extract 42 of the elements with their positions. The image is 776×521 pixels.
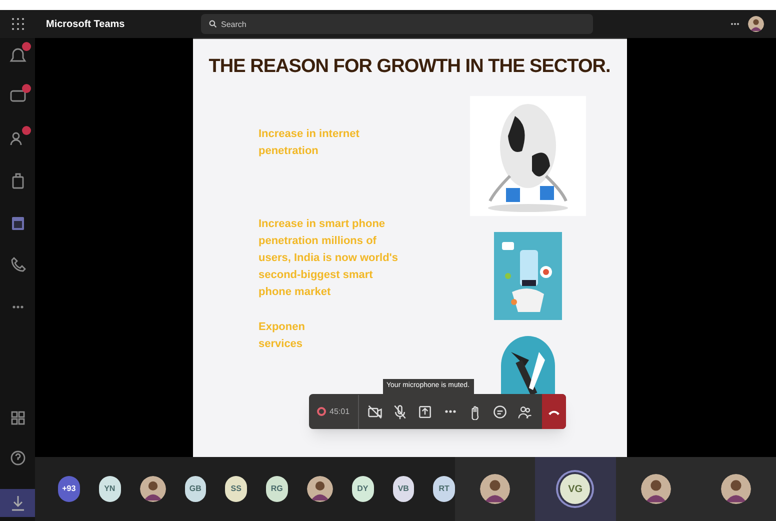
participants-icon xyxy=(517,404,534,420)
share-icon xyxy=(417,404,434,420)
search-field[interactable]: Search xyxy=(201,14,593,34)
participant-avatar: SS xyxy=(225,476,247,502)
participant-avatar xyxy=(140,476,166,502)
record-icon xyxy=(316,407,326,416)
video-tile[interactable] xyxy=(616,457,696,521)
participant-avatar: RG xyxy=(266,476,288,502)
slide-bullet: Increase in internet penetration xyxy=(258,126,360,158)
participant-avatar: YN xyxy=(98,476,120,502)
video-tile[interactable] xyxy=(696,457,776,521)
slide-bullet: Exponen xyxy=(258,320,306,334)
search-icon xyxy=(209,20,217,28)
microphone-icon xyxy=(392,404,408,420)
more-icon xyxy=(444,410,456,413)
participant-avatar xyxy=(306,476,333,502)
app-launcher-icon[interactable] xyxy=(12,18,24,30)
participant-avatar: GB xyxy=(184,476,206,502)
help-icon[interactable] xyxy=(8,449,26,467)
activity-icon[interactable] xyxy=(8,46,26,64)
participant-avatar: VG xyxy=(560,474,590,504)
app-title: Microsoft Teams xyxy=(46,18,126,32)
camera-icon xyxy=(367,404,384,420)
calls-icon[interactable] xyxy=(8,256,26,274)
chat-icon xyxy=(492,404,508,420)
video-tile[interactable] xyxy=(455,457,536,521)
more-participants-count: +93 xyxy=(58,476,80,502)
video-tile[interactable]: VG xyxy=(535,457,616,521)
participant-avatar xyxy=(480,474,510,504)
slide-bullet: Increase in smart phone penetration millions of users, India is now world's second-biggest smart phone market xyxy=(258,216,400,300)
more-icon[interactable] xyxy=(730,22,740,26)
participant-avatar xyxy=(720,474,751,504)
participant-avatar: VB xyxy=(392,476,414,502)
participant-avatar: RT xyxy=(433,476,455,502)
hang-up-button[interactable] xyxy=(542,394,566,429)
call-timer: 45:01 xyxy=(330,406,350,418)
participant-avatar: DY xyxy=(352,476,374,502)
user-avatar xyxy=(748,16,764,32)
slide-bullet: services xyxy=(258,336,304,352)
slide-title: THE REASON FOR GROWTH IN THE SECTOR. xyxy=(208,55,612,79)
apps-icon[interactable] xyxy=(8,409,26,427)
participant-avatar xyxy=(640,474,671,504)
